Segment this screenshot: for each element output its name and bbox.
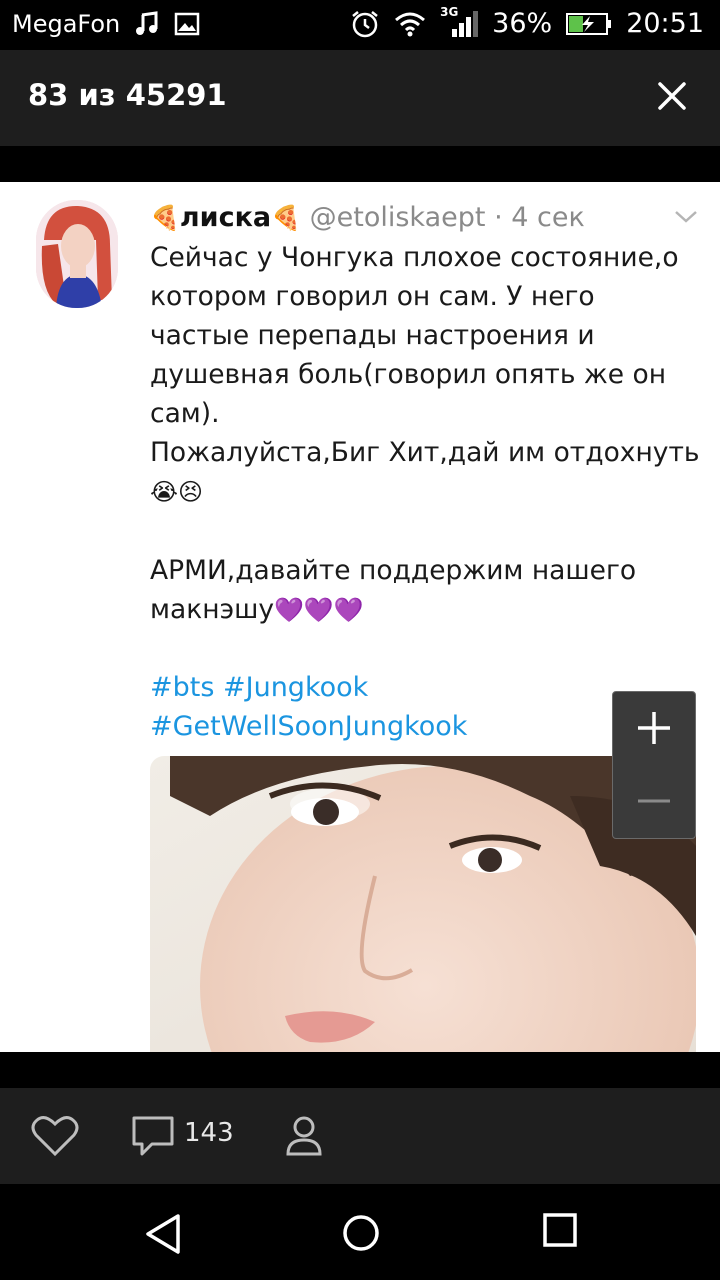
tweet-time: 4 сек (511, 202, 585, 233)
photo-counter: 83 из 45291 (28, 78, 227, 112)
system-nav-bar (0, 1184, 720, 1280)
photo-viewer[interactable]: 🍕лиска🍕 @etoliskaept · 4 сек Сейчас у Чо… (0, 146, 720, 1088)
heart-icon[interactable] (30, 1114, 80, 1158)
tweet-header: 🍕лиска🍕 @etoliskaept · 4 сек (150, 202, 585, 233)
tweet-hashtags: #bts #Jungkook #GetWellSoonJungkook (150, 672, 468, 742)
battery-percent: 36% (492, 8, 553, 39)
comments-count: 143 (184, 1118, 234, 1148)
clock: 20:51 (626, 8, 704, 39)
status-bar: MegaFon 3G 36% 20:51 (0, 0, 720, 50)
alarm-icon (352, 10, 378, 37)
close-icon[interactable] (650, 74, 694, 118)
battery-charging-icon (566, 12, 612, 35)
back-icon[interactable] (142, 1212, 186, 1256)
comment-icon[interactable] (130, 1114, 176, 1160)
avatar (36, 200, 118, 308)
minus-icon (638, 799, 670, 803)
zoom-control (612, 691, 696, 839)
signal-icon: 3G (440, 5, 479, 39)
tweet-body: Сейчас у Чонгука плохое состояние,о кото… (150, 238, 700, 630)
tweet-author-name: лиска (179, 202, 272, 233)
action-bar: 143 (0, 1088, 720, 1184)
music-note-icon (136, 11, 158, 35)
viewer-header: 83 из 45291 (0, 50, 720, 146)
tweet-text-part-1: Сейчас у Чонгука плохое состояние,о кото… (150, 242, 700, 468)
home-icon[interactable] (340, 1212, 382, 1254)
tweet-text-part-2: АРМИ,давайте поддержим нашего макнэшу (150, 555, 637, 625)
pizza-emoji: 🍕 (150, 204, 180, 232)
tweet-separator: · (494, 202, 503, 233)
crying-emoji: 😭😣 (150, 478, 204, 506)
carrier-label: MegaFon (12, 10, 121, 38)
chevron-down-icon (675, 211, 697, 223)
plus-icon (638, 712, 670, 744)
tweet-handle: @etoliskaept (309, 202, 486, 233)
recent-apps-icon[interactable] (542, 1212, 578, 1248)
image-icon (175, 12, 200, 36)
wifi-icon (395, 12, 426, 36)
zoom-in-button[interactable] (613, 692, 695, 765)
pizza-emoji: 🍕 (271, 204, 302, 232)
user-icon[interactable] (284, 1114, 324, 1158)
tweet-screenshot-image: 🍕лиска🍕 @etoliskaept · 4 сек Сейчас у Чо… (0, 182, 720, 1052)
zoom-out-button[interactable] (613, 765, 695, 838)
purple-heart-emoji: 💜💜💜 (274, 596, 364, 624)
